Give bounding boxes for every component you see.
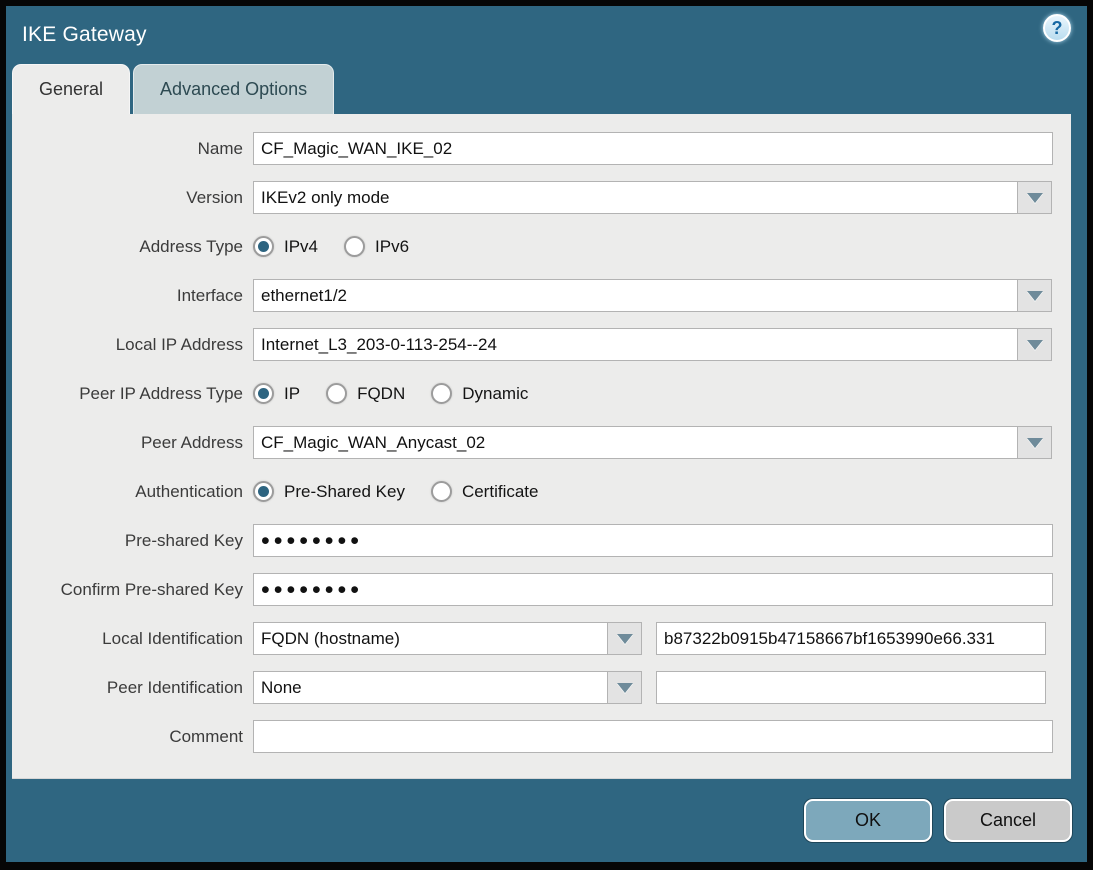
- version-dropdown-button[interactable]: [1017, 181, 1052, 214]
- radio-selected-icon[interactable]: [253, 481, 274, 502]
- version-row: Version: [12, 181, 1071, 214]
- radio-option-label: IPv4: [284, 237, 318, 257]
- comment-input[interactable]: [253, 720, 1053, 753]
- interface-row: Interface: [12, 279, 1071, 312]
- peer-address-row: Peer Address: [12, 426, 1071, 459]
- interface-input[interactable]: [253, 279, 1018, 312]
- address-type-ipv6-option[interactable]: IPv6: [344, 236, 409, 257]
- general-tab-panel: Name Version Address Type IPv4 IPv6: [12, 114, 1071, 779]
- title-bar: IKE Gateway ?: [6, 6, 1087, 64]
- peer-address-input[interactable]: [253, 426, 1018, 459]
- psk-input[interactable]: [253, 524, 1053, 557]
- peer-type-label: Peer IP Address Type: [12, 384, 253, 404]
- version-label: Version: [12, 188, 253, 208]
- auth-pre-shared-key-option[interactable]: Pre-Shared Key: [253, 481, 405, 502]
- peer-type-row: Peer IP Address Type IP FQDN Dynamic: [12, 377, 1071, 410]
- help-icon[interactable]: ?: [1043, 14, 1071, 42]
- dialog-footer: OK Cancel: [6, 779, 1087, 862]
- radio-unselected-icon[interactable]: [326, 383, 347, 404]
- address-type-radio-group: IPv4 IPv6: [253, 236, 409, 257]
- peer-id-value-input[interactable]: [656, 671, 1046, 704]
- local-id-type-dropdown-button[interactable]: [607, 622, 642, 655]
- radio-selected-icon[interactable]: [253, 236, 274, 257]
- tab-bar: General Advanced Options: [6, 64, 1087, 114]
- ike-gateway-dialog: IKE Gateway ? General Advanced Options N…: [0, 0, 1093, 870]
- local-id-value-input[interactable]: [656, 622, 1046, 655]
- version-input[interactable]: [253, 181, 1018, 214]
- peer-address-dropdown-button[interactable]: [1017, 426, 1052, 459]
- chevron-down-icon: [1027, 193, 1043, 203]
- local-ip-input[interactable]: [253, 328, 1018, 361]
- psk-confirm-label: Confirm Pre-shared Key: [12, 580, 253, 600]
- chevron-down-icon: [1027, 291, 1043, 301]
- psk-confirm-input[interactable]: [253, 573, 1053, 606]
- address-type-row: Address Type IPv4 IPv6: [12, 230, 1071, 263]
- peer-id-label: Peer Identification: [12, 678, 253, 698]
- name-label: Name: [12, 139, 253, 159]
- peer-id-type-input[interactable]: [253, 671, 608, 704]
- peer-id-type-dropdown-button[interactable]: [607, 671, 642, 704]
- interface-dropdown-button[interactable]: [1017, 279, 1052, 312]
- peer-id-row: Peer Identification: [12, 671, 1071, 704]
- dialog-title: IKE Gateway: [22, 23, 147, 47]
- radio-option-label: Certificate: [462, 482, 539, 502]
- local-id-type-input[interactable]: [253, 622, 608, 655]
- local-id-label: Local Identification: [12, 629, 253, 649]
- psk-confirm-row: Confirm Pre-shared Key: [12, 573, 1071, 606]
- cancel-button[interactable]: Cancel: [944, 799, 1072, 842]
- radio-selected-icon[interactable]: [253, 383, 274, 404]
- psk-row: Pre-shared Key: [12, 524, 1071, 557]
- local-ip-label: Local IP Address: [12, 335, 253, 355]
- ok-button[interactable]: OK: [804, 799, 932, 842]
- tab-advanced-options[interactable]: Advanced Options: [133, 64, 334, 114]
- comment-row: Comment: [12, 720, 1071, 753]
- chevron-down-icon: [1027, 340, 1043, 350]
- peer-type-fqdn-option[interactable]: FQDN: [326, 383, 405, 404]
- peer-type-ip-option[interactable]: IP: [253, 383, 300, 404]
- authentication-label: Authentication: [12, 482, 253, 502]
- interface-label: Interface: [12, 286, 253, 306]
- comment-label: Comment: [12, 727, 253, 747]
- peer-type-dynamic-option[interactable]: Dynamic: [431, 383, 528, 404]
- address-type-ipv4-option[interactable]: IPv4: [253, 236, 318, 257]
- address-type-label: Address Type: [12, 237, 253, 257]
- radio-unselected-icon[interactable]: [344, 236, 365, 257]
- authentication-radio-group: Pre-Shared Key Certificate: [253, 481, 538, 502]
- radio-unselected-icon[interactable]: [431, 481, 452, 502]
- peer-address-label: Peer Address: [12, 433, 253, 453]
- chevron-down-icon: [617, 683, 633, 693]
- radio-option-label: IP: [284, 384, 300, 404]
- psk-label: Pre-shared Key: [12, 531, 253, 551]
- local-id-row: Local Identification: [12, 622, 1071, 655]
- chevron-down-icon: [617, 634, 633, 644]
- authentication-row: Authentication Pre-Shared Key Certificat…: [12, 475, 1071, 508]
- radio-option-label: Pre-Shared Key: [284, 482, 405, 502]
- auth-certificate-option[interactable]: Certificate: [431, 481, 539, 502]
- local-ip-row: Local IP Address: [12, 328, 1071, 361]
- peer-type-radio-group: IP FQDN Dynamic: [253, 383, 528, 404]
- name-row: Name: [12, 132, 1071, 165]
- radio-unselected-icon[interactable]: [431, 383, 452, 404]
- radio-option-label: FQDN: [357, 384, 405, 404]
- tab-general[interactable]: General: [12, 64, 130, 114]
- chevron-down-icon: [1027, 438, 1043, 448]
- radio-option-label: IPv6: [375, 237, 409, 257]
- radio-option-label: Dynamic: [462, 384, 528, 404]
- local-ip-dropdown-button[interactable]: [1017, 328, 1052, 361]
- name-input[interactable]: [253, 132, 1053, 165]
